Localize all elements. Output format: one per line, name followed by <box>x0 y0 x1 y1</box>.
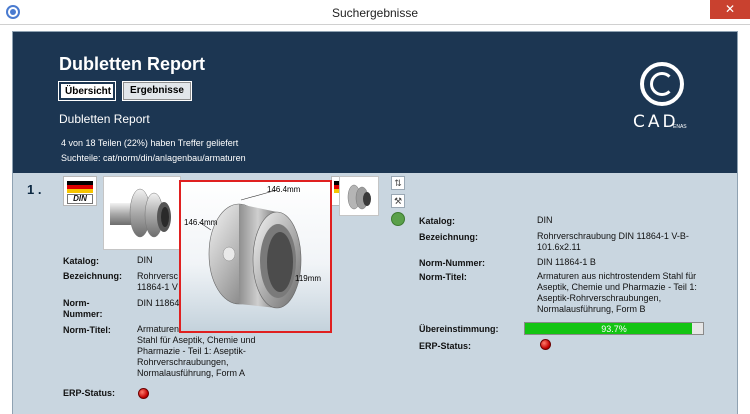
dimension-top: 146.4mm <box>267 185 301 194</box>
left-norm-title-l2: Stahl für Aseptik, Chemie und <box>137 335 256 345</box>
report-header: Dubletten Report Übersicht Ergebnisse Du… <box>13 32 737 173</box>
dimension-left: 146.4mm <box>184 218 218 227</box>
report-panel: Dubletten Report Übersicht Ergebnisse Du… <box>12 31 738 414</box>
window-title: Suchergebnisse <box>331 6 419 20</box>
result-entry: 1 . DIN ⇅ ⚒ Katalog: DIN Bezeichnung: Ro… <box>13 173 737 414</box>
left-designation-label: Bezeichnung: <box>63 271 123 281</box>
result-number: 1 . <box>27 182 42 197</box>
hits-summary: 4 von 18 Teilen (22%) haben Treffer geli… <box>61 138 239 148</box>
window-titlebar: Suchergebnisse ✕ <box>0 0 750 25</box>
left-designation-l1: Rohrversc <box>137 271 179 281</box>
right-norm-number-value: DIN 11864-1 B <box>537 257 596 267</box>
left-norm-title-label: Norm-Titel: <box>63 325 111 335</box>
cadenas-logo: CAD ENAS <box>633 62 693 132</box>
report-title: Dubletten Report <box>59 54 205 74</box>
tab-overview[interactable]: Übersicht <box>58 81 116 101</box>
din-flag-icon: DIN <box>63 176 97 206</box>
left-erp-status-label: ERP-Status: <box>63 388 116 398</box>
right-erp-status-red-icon <box>540 339 551 350</box>
left-norm-title-l3: Pharmazie - Teil 1: Aseptik- <box>137 346 246 356</box>
window-frame: Dubletten Report Übersicht Ergebnisse Du… <box>0 25 750 414</box>
wrench-icon[interactable]: ⚒ <box>391 194 405 208</box>
logo-small-text: ENAS <box>673 124 687 130</box>
left-norm-number-label-2: Nummer: <box>63 309 103 319</box>
match-percentage: 93.7% <box>601 324 627 334</box>
fitting-right-icon <box>347 184 371 210</box>
left-norm-number-value: DIN 11864 <box>137 298 180 308</box>
left-erp-status-red-icon <box>138 388 149 399</box>
left-norm-number-label-1: Norm- <box>63 298 90 308</box>
right-designation-l1: Rohrverschraubung DIN 11864-1 V-B- <box>537 231 689 241</box>
tab-results[interactable]: Ergebnisse <box>122 81 192 101</box>
right-catalog-label: Katalog: <box>419 216 455 226</box>
left-norm-title-l4: Rohrverschraubungen, <box>137 357 229 367</box>
part-3d-preview[interactable]: 146.4mm 146.4mm 119mm <box>179 180 332 333</box>
right-norm-title-l1: Armaturen aus nichtrostendem Stahl für <box>537 271 697 281</box>
right-designation-l2: 101.6x2.11 <box>537 242 581 252</box>
report-subtitle: Dubletten Report <box>59 112 150 126</box>
right-catalog-value: DIN <box>537 215 553 225</box>
part-thumbnail-right[interactable] <box>339 176 379 216</box>
globe-icon[interactable] <box>391 212 405 226</box>
right-norm-title-label: Norm-Titel: <box>419 272 467 282</box>
right-norm-title-l3: Aseptik-Rohrverschraubungen, <box>537 293 662 303</box>
match-progress-bar: 93.7% <box>524 322 704 335</box>
search-parts: Suchteile: cat/norm/din/anlagenbau/armat… <box>61 153 246 163</box>
right-designation-label: Bezeichnung: <box>419 232 479 242</box>
dimension-right: 119mm <box>295 274 322 283</box>
fitting-left-icon <box>110 188 171 238</box>
right-match-label: Übereinstimmung: <box>419 324 499 334</box>
close-button[interactable]: ✕ <box>710 0 750 19</box>
left-designation-l2: 11864-1 V <box>137 282 178 292</box>
logo-inner-ring-icon <box>650 72 674 96</box>
part-thumbnail-left[interactable] <box>103 176 181 250</box>
right-erp-status-label: ERP-Status: <box>419 341 472 351</box>
flag-label: DIN <box>67 194 93 204</box>
right-norm-title-l2: Aseptik, Chemie und Pharmazie - Teil 1: <box>537 282 697 292</box>
logo-text: CAD <box>633 112 679 132</box>
right-norm-number-label: Norm-Nummer: <box>419 258 486 268</box>
ruler-icon[interactable]: ⇅ <box>391 176 405 190</box>
left-norm-title-l5: Normalausführung, Form A <box>137 368 246 378</box>
fitting-3d-preview-icon <box>198 189 302 309</box>
right-norm-title-l4: Normalausführung, Form B <box>537 304 646 314</box>
left-catalog-label: Katalog: <box>63 256 99 266</box>
left-catalog-value: DIN <box>137 255 153 265</box>
